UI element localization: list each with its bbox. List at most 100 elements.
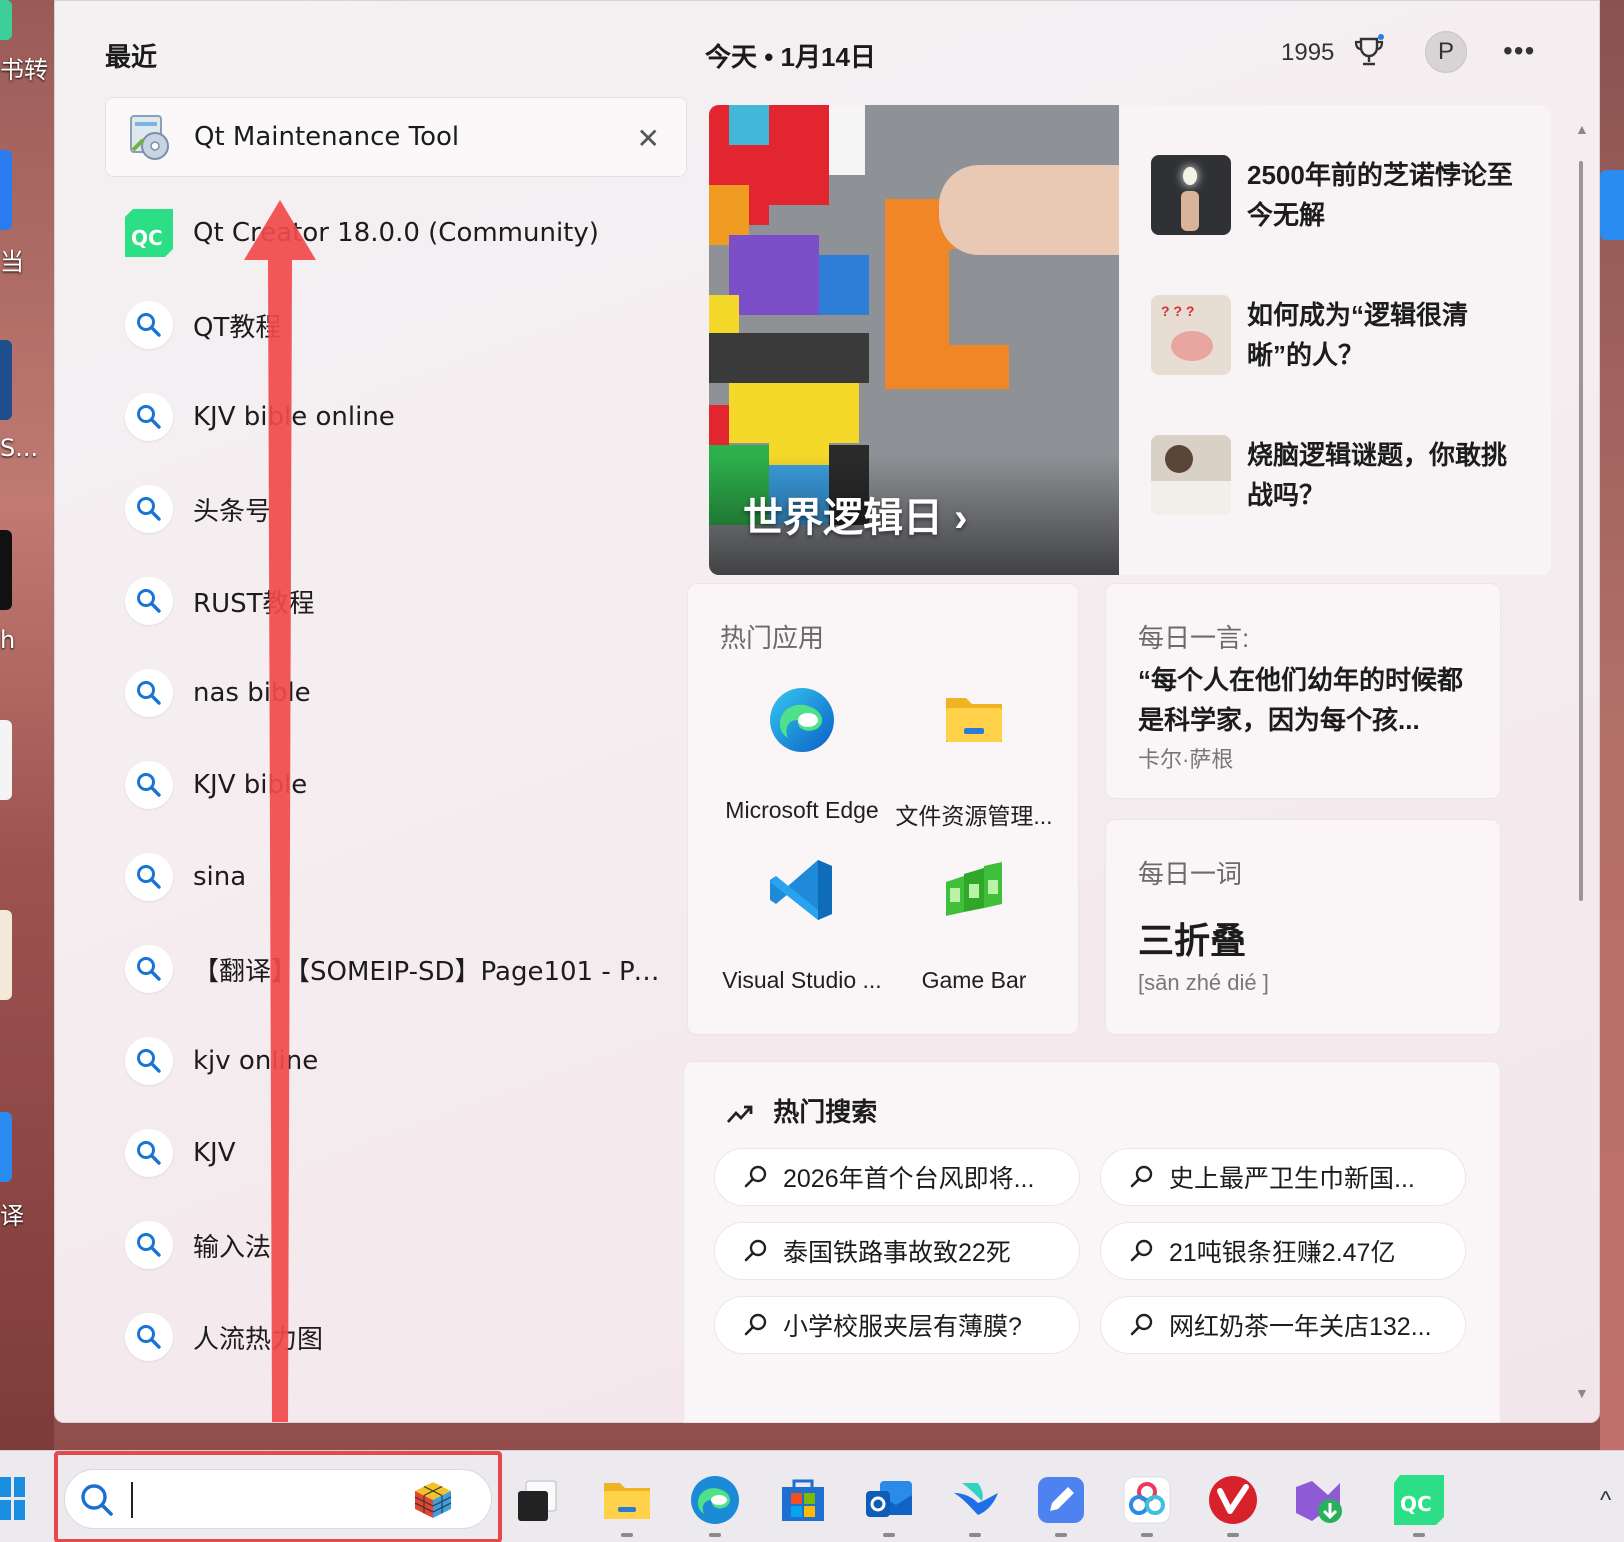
desktop-label: 书转 [0, 56, 48, 84]
search-icon [125, 669, 173, 717]
microsoft-store-icon[interactable] [776, 1473, 830, 1527]
news-thumbnail [1151, 155, 1231, 235]
hot-apps-title: 热门应用 [720, 623, 825, 653]
scrollbar-thumb[interactable] [1579, 161, 1583, 901]
qt-creator-icon[interactable]: QC [1392, 1473, 1446, 1527]
search-icon [125, 1313, 173, 1361]
list-item[interactable]: QC Qt Creator 18.0.0 (Community) [105, 187, 687, 279]
list-item[interactable]: 输入法 [105, 1199, 687, 1291]
list-item[interactable]: 【翻译】【SOMEIP-SD】Page101 - Pa... [105, 923, 687, 1015]
search-icon [81, 1484, 113, 1516]
game-bar-icon [946, 862, 1002, 916]
list-item[interactable]: kjv online [105, 1015, 687, 1107]
app-tile-game-bar[interactable]: Game Bar [884, 854, 1064, 994]
hot-apps-card: 热门应用 Microsoft Edge 文件资源管理... Visual Stu… [687, 583, 1079, 1035]
hot-search-card: 热门搜索 2026年首个台风即将... 史上最严卫生巾新国... 泰国铁路事故致… [683, 1061, 1501, 1423]
app-tile-file-explorer[interactable]: 文件资源管理... [884, 684, 1064, 831]
daily-word-pinyin: [sān zhé dié ] [1138, 970, 1269, 995]
rubiks-cube-icon[interactable] [411, 1478, 455, 1522]
news-title: 烧脑逻辑谜题，你敢挑战吗？ [1247, 440, 1508, 510]
hot-search-item[interactable]: 小学校服夹层有薄膜? [714, 1296, 1080, 1354]
running-indicator [621, 1533, 633, 1537]
desktop-app-tile[interactable] [0, 340, 12, 420]
news-title: 2500年前的芝诺悖论至今无解 [1247, 160, 1513, 230]
visual-studio-installer-icon[interactable] [1292, 1473, 1346, 1527]
today-date-heading: 今天 • 1月14日 [705, 42, 876, 72]
recent-list: Qt Maintenance Tool ✕ QC Qt Creator 18.0… [105, 97, 687, 1383]
hot-search-item[interactable]: 史上最严卫生巾新国... [1100, 1148, 1466, 1206]
list-item-label: Qt Maintenance Tool [194, 122, 460, 152]
list-item[interactable]: Qt Maintenance Tool ✕ [105, 97, 687, 177]
desktop-app-tile[interactable] [0, 910, 12, 1000]
app-label: Game Bar [921, 967, 1027, 993]
desktop-app-tile[interactable] [1600, 170, 1624, 240]
hot-search-item[interactable]: 泰国铁路事故致22死 [714, 1222, 1080, 1280]
list-item[interactable]: sina [105, 831, 687, 923]
list-item[interactable]: RUST教程 [105, 555, 687, 647]
desktop-app-tile[interactable] [0, 720, 12, 800]
hot-search-text: 小学校服夹层有薄膜? [783, 1313, 1022, 1341]
list-item[interactable]: QT教程 [105, 279, 687, 371]
app-tile-edge[interactable]: Microsoft Edge [712, 684, 892, 824]
start-icon[interactable] [0, 1475, 26, 1523]
scroll-down-arrow[interactable]: ▼ [1575, 1385, 1589, 1401]
desktop-label: 当 [0, 248, 24, 276]
news-thumbnail [1151, 435, 1231, 515]
trophy-icon[interactable] [1351, 33, 1387, 69]
baidu-netdisk-icon[interactable] [1120, 1473, 1174, 1527]
list-item[interactable]: nas bible [105, 647, 687, 739]
search-icon [744, 1239, 767, 1262]
list-item[interactable]: KJV bible online [105, 371, 687, 463]
avatar[interactable]: P [1425, 31, 1467, 73]
hot-search-item[interactable]: 21吨银条狂赚2.47亿 [1100, 1222, 1466, 1280]
hot-search-text: 21吨银条狂赚2.47亿 [1169, 1239, 1396, 1267]
list-item[interactable]: KJV [105, 1107, 687, 1199]
scroll-up-arrow[interactable]: ▲ [1575, 121, 1589, 137]
search-icon [125, 301, 173, 349]
list-item[interactable]: KJV bible [105, 739, 687, 831]
desktop-app-tile[interactable] [0, 1112, 12, 1182]
hot-search-item[interactable]: 2026年首个台风即将... [714, 1148, 1080, 1206]
app-tile-vscode[interactable]: Visual Studio ... [712, 854, 892, 994]
desktop-app-tile[interactable] [0, 530, 12, 610]
hero-image[interactable]: 世界逻辑日 › [709, 105, 1119, 575]
vscode-icon [770, 860, 832, 920]
running-indicator [883, 1533, 895, 1537]
search-icon [125, 1221, 173, 1269]
file-explorer-icon[interactable] [600, 1473, 654, 1527]
daily-quote-author: 卡尔·萨根 [1138, 747, 1234, 772]
task-view-icon[interactable] [510, 1473, 564, 1527]
chevron-up-icon[interactable]: ^ [1600, 1487, 1611, 1515]
news-item[interactable]: 2500年前的芝诺悖论至今无解 [1151, 155, 1531, 241]
edge-icon [770, 688, 834, 752]
search-highlight [54, 1451, 502, 1542]
rewards-points[interactable]: 1995 [1281, 39, 1334, 67]
daily-quote-card[interactable]: 每日一言: “每个人在他们幼年的时候都是科学家，因为每个孩... 卡尔·萨根 [1105, 583, 1501, 799]
desktop-label: h [0, 626, 16, 654]
taskbar-search-input[interactable] [64, 1469, 492, 1529]
svg-text:QC: QC [1400, 1492, 1432, 1516]
news-item[interactable]: ? ? ? 如何成为“逻辑很清晰”的人？ [1151, 295, 1531, 381]
daily-word-card[interactable]: 每日一词 三折叠 [sān zhé dié ] [1105, 819, 1501, 1035]
notes-icon[interactable] [1034, 1473, 1088, 1527]
hot-search-item[interactable]: 网红奶茶一年关店132... [1100, 1296, 1466, 1354]
search-icon [125, 1129, 173, 1177]
list-item[interactable]: 头条号 [105, 463, 687, 555]
search-icon [125, 393, 173, 441]
close-icon[interactable]: ✕ [637, 122, 660, 155]
chevron-right-icon: › [954, 496, 968, 540]
edge-icon[interactable] [688, 1473, 742, 1527]
hot-search-header: 热门搜索 [726, 1092, 877, 1129]
desktop-app-tile[interactable] [0, 150, 12, 230]
feishu-icon[interactable] [948, 1473, 1002, 1527]
desktop-app-tile[interactable] [0, 0, 12, 40]
qt-creator-icon: QC [123, 207, 175, 259]
app-label: Microsoft Edge [725, 797, 879, 823]
more-options-button[interactable]: ••• [1503, 35, 1535, 67]
outlook-icon[interactable] [862, 1473, 916, 1527]
news-item[interactable]: 烧脑逻辑谜题，你敢挑战吗？ [1151, 435, 1531, 521]
hero-title[interactable]: 世界逻辑日 › [743, 485, 967, 543]
hot-search-text: 网红奶茶一年关店132... [1169, 1313, 1432, 1341]
list-item[interactable]: 人流热力图 [105, 1291, 687, 1383]
vivaldi-icon[interactable] [1206, 1473, 1260, 1527]
